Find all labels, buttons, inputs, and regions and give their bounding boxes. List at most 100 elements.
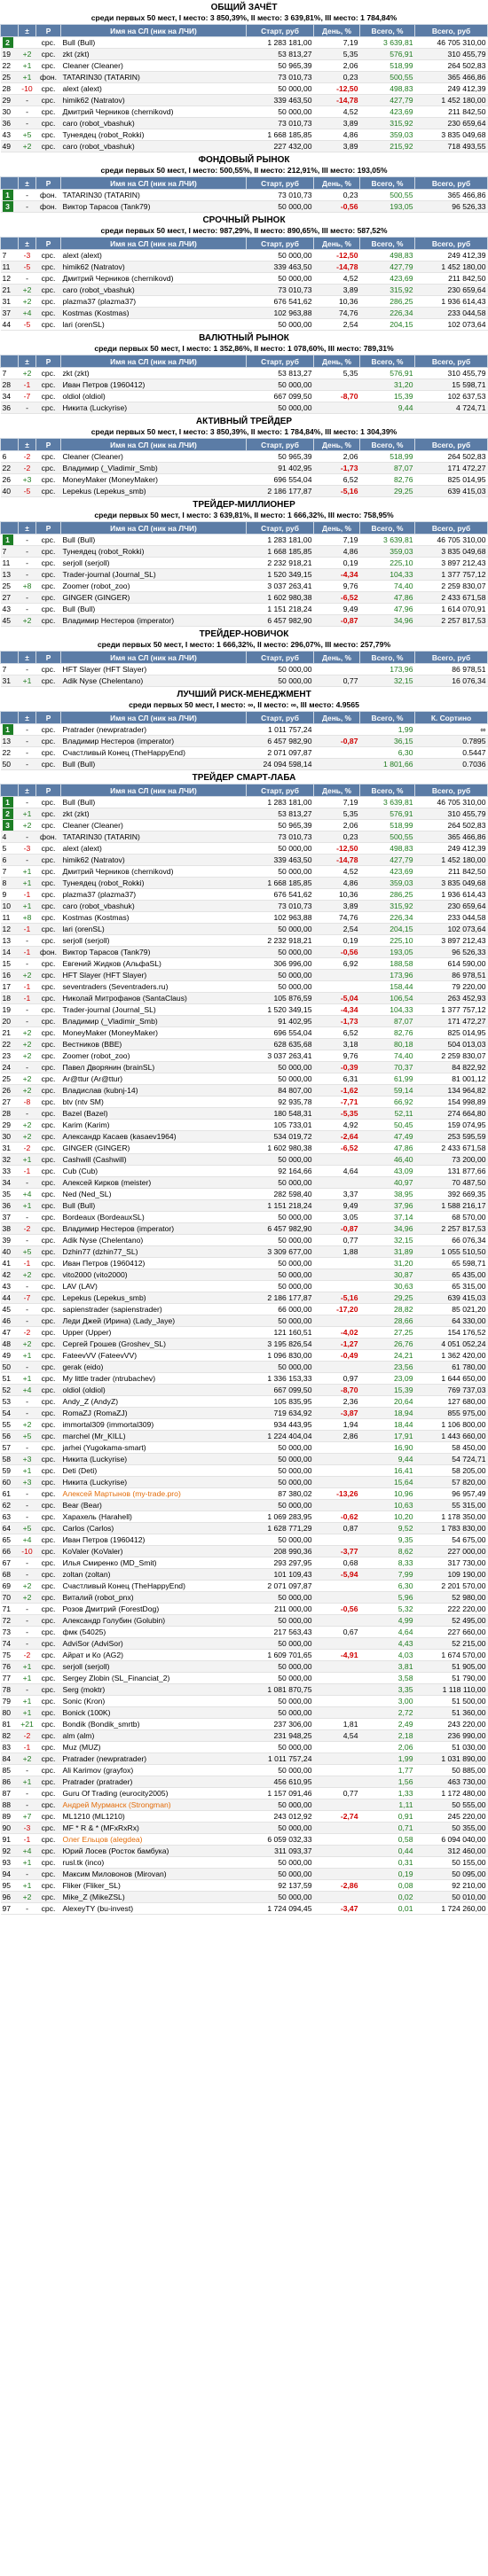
column-header[interactable] bbox=[0, 521, 19, 535]
table-row[interactable]: 1- срс. Bull (Bull) 1 283 181,00 7,19 3 639,8… bbox=[0, 796, 488, 808]
trader-name-cell[interactable]: Виктор Тарасов (Tank79) bbox=[60, 200, 247, 213]
table-row[interactable]: 25 +2 срс. Ar@ttur (Ar@ttur) 50 000,00 6,31 61… bbox=[0, 1073, 488, 1085]
column-header[interactable]: Р bbox=[35, 438, 61, 451]
table-row[interactable]: 89 +7 срс. ML1210 (ML1210) 243 012,92 -2,74 0,… bbox=[0, 1810, 488, 1823]
column-header[interactable]: Р bbox=[35, 651, 61, 664]
table-row[interactable]: 79 +1 срс. Sonic (Kron) 50 000,00 3,00 51 500,… bbox=[0, 1695, 488, 1707]
trader-name-cell[interactable]: Guru Of Trading (eurocity2005) bbox=[60, 1787, 247, 1799]
column-header[interactable]: День, % bbox=[313, 355, 360, 368]
table-row[interactable]: 97- срс. AlexeyTY (bu-invest) 1 724 094,45-… bbox=[0, 1902, 488, 1915]
table-row[interactable]: 81 +21 срс. Bondik (Bondik_smrtb) 237 306,00… bbox=[0, 1718, 488, 1730]
table-row[interactable]: 66 -10 срс. KoValer (KoValer) 208 990,36 -3,7… bbox=[0, 1545, 488, 1557]
table-row[interactable]: 87- срс. Guru Of Trading (eurocity2005) 1 1… bbox=[0, 1787, 488, 1799]
trader-name-cell[interactable]: Дмитрий Черников (chernikovd) bbox=[60, 865, 247, 878]
trader-name-cell[interactable]: Владимир (_Vladimir_Smb) bbox=[60, 1015, 247, 1027]
column-header[interactable]: К. Сортино bbox=[414, 711, 488, 724]
trader-name-cell[interactable]: Bull (Bull) bbox=[60, 1199, 247, 1212]
table-row[interactable]: 69 +2 срс. Счастливый Конец (TheHappyEnd) 2 … bbox=[0, 1580, 488, 1592]
column-header[interactable]: Р bbox=[35, 784, 61, 797]
trader-name-cell[interactable]: serjoll (serjoll) bbox=[60, 1660, 247, 1673]
table-row[interactable]: 35 +4 срс. Ned (Ned_SL) 282 598,40 3,37 38,95 3… bbox=[0, 1188, 488, 1200]
column-header[interactable]: Старт, руб bbox=[246, 521, 314, 535]
trader-name-cell[interactable]: My little trader (ntrubachev) bbox=[60, 1372, 247, 1385]
trader-name-cell[interactable]: serjoll (serjoll) bbox=[60, 557, 247, 569]
table-row[interactable]: 73- срс. фмк (54025) 217 563,43 0,67 4,64 227 … bbox=[0, 1626, 488, 1638]
trader-name-cell[interactable]: Евгений Жидков (АльфаSL) bbox=[60, 957, 247, 970]
trader-name-cell[interactable]: zkt (zkt) bbox=[60, 367, 247, 379]
trader-name-cell[interactable]: LAV (LAV) bbox=[60, 1280, 247, 1292]
table-row[interactable]: 76 +1 срс. serjoll (serjoll) 50 000,00 3,81 51… bbox=[0, 1660, 488, 1673]
table-row[interactable]: 22 +1 срс. Cleaner (Cleaner) 50 965,39 2,06 51… bbox=[0, 59, 488, 72]
column-header[interactable]: Всего, руб bbox=[414, 355, 488, 368]
table-row[interactable]: 31 +2 срс. plazma37 (plazma37) 676 541,62 10,… bbox=[0, 295, 488, 308]
trader-name-cell[interactable]: Никита (Luckyrise) bbox=[60, 1453, 247, 1465]
table-row[interactable]: 57- срс. jarhei (Yugokama-smart) 50 000,00 1… bbox=[0, 1441, 488, 1454]
table-row[interactable]: 86 +1 срс. Pratrader (pratrader) 456 610,95 1… bbox=[0, 1776, 488, 1788]
column-header[interactable]: Старт, руб bbox=[246, 784, 314, 797]
trader-name-cell[interactable]: Никита (Luckyrise) bbox=[60, 402, 247, 414]
column-header[interactable]: ± bbox=[18, 521, 36, 535]
column-header[interactable]: ± bbox=[18, 711, 36, 724]
table-row[interactable]: 31 -2 срс. GINGER (GINGER) 1 602 980,38 -6,52… bbox=[0, 1142, 488, 1154]
trader-name-cell[interactable]: himik62 (Natratov) bbox=[60, 261, 247, 273]
column-header[interactable]: Всего, % bbox=[359, 651, 415, 664]
table-row[interactable]: 90 -3 срс. MF * R & * (MFxRxRx) 50 000,00 0,7… bbox=[0, 1822, 488, 1834]
column-header[interactable] bbox=[0, 355, 19, 368]
trader-name-cell[interactable]: HFT Slayer (HFT Slayer) bbox=[60, 969, 247, 981]
table-row[interactable]: 80 +1 срс. Bonick (100K) 50 000,00 2,72 51 360… bbox=[0, 1706, 488, 1719]
trader-name-cell[interactable]: Владимир (_Vladimir_Smb) bbox=[60, 462, 247, 474]
trader-name-cell[interactable]: caro (robot_vbashuk) bbox=[60, 117, 247, 129]
column-header[interactable]: ± bbox=[18, 176, 36, 190]
trader-name-cell[interactable]: jarhei (Yugokama-smart) bbox=[60, 1441, 247, 1454]
trader-name-cell[interactable]: himik62 (Natratov) bbox=[60, 94, 247, 106]
table-row[interactable]: 93 +1 срс. rusl.tk (inco) 50 000,00 0,31 50 15… bbox=[0, 1856, 488, 1869]
table-row[interactable]: 37- срс. Bordeaux (BordeauxSL) 50 000,00 3,0… bbox=[0, 1211, 488, 1223]
column-header[interactable]: Всего, руб bbox=[414, 438, 488, 451]
table-row[interactable]: 54- срс. RomaZJ (RomaZJ) 719 634,92 -3,87 18,… bbox=[0, 1407, 488, 1419]
table-row[interactable]: 44 -5 срс. lari (orenSL) 50 000,00 2,54 204,15… bbox=[0, 318, 488, 331]
table-row[interactable]: 61- срс. Алексей Мартынов (my-trade.pro) 87… bbox=[0, 1487, 488, 1500]
trader-name-cell[interactable]: Upper (Upper) bbox=[60, 1326, 247, 1339]
table-row[interactable]: 41 -1 срс. Иван Петров (1960412) 50 000,00 31… bbox=[0, 1257, 488, 1269]
table-row[interactable]: 8 +1 срс. Тунеядец (robot_Rokki) 1 668 185,8… bbox=[0, 877, 488, 889]
table-row[interactable]: 31 +1 срс. Adik Nyse (Chelentano) 50 000,00 0… bbox=[0, 675, 488, 687]
table-row[interactable]: 25 +1 фон. TATARIN30 (TATARIN) 73 010,73 0,23… bbox=[0, 71, 488, 83]
column-header[interactable]: Р bbox=[35, 237, 61, 250]
table-row[interactable]: 83 -1 срс. Muz (MUZ) 50 000,00 2,06 51 030,00 bbox=[0, 1741, 488, 1753]
trader-name-cell[interactable]: MoneyMaker (MoneyMaker) bbox=[60, 1026, 247, 1039]
trader-name-cell[interactable]: Bull (Bull) bbox=[60, 534, 247, 546]
trader-name-cell[interactable]: Serg (moktr) bbox=[60, 1683, 247, 1696]
trader-name-cell[interactable]: Zoomer (robot_zoo) bbox=[60, 580, 247, 592]
trader-name-cell[interactable]: Тунеядец (robot_Rokki) bbox=[60, 129, 247, 141]
trader-name-cell[interactable]: Trader-journal (Journal_SL) bbox=[60, 568, 247, 581]
column-header[interactable] bbox=[0, 176, 19, 190]
column-header[interactable]: Всего, % bbox=[359, 176, 415, 190]
table-row[interactable]: 43- срс. LAV (LAV) 50 000,00 30,63 65 315,00 bbox=[0, 1280, 488, 1292]
column-header[interactable] bbox=[0, 784, 19, 797]
trader-name-cell[interactable]: Pratrader (newpratrader) bbox=[60, 723, 247, 736]
trader-name-cell[interactable]: HFT Slayer (HFT Slayer) bbox=[60, 663, 247, 675]
table-row[interactable]: 5 -3 срс. alext (alext) 50 000,00 -12,50 498,8… bbox=[0, 842, 488, 855]
trader-name-cell[interactable]: gerak (eido) bbox=[60, 1361, 247, 1373]
trader-name-cell[interactable]: Дмитрий Черников (chernikovd) bbox=[60, 272, 247, 285]
table-row[interactable]: 43- срс. Bull (Bull) 1 151 218,24 9,49 47,96 1… bbox=[0, 603, 488, 615]
table-row[interactable]: 47 -2 срс. Upper (Upper) 121 160,51 -4,02 27,2… bbox=[0, 1326, 488, 1339]
trader-name-cell[interactable]: Cleaner (Cleaner) bbox=[60, 450, 247, 463]
trader-name-cell[interactable]: Андрей Мурманск (Strongman) bbox=[60, 1799, 247, 1811]
column-header[interactable] bbox=[0, 438, 19, 451]
table-row[interactable]: 45 +2 срс. Владимир Нестеров (imperator) 6 4… bbox=[0, 614, 488, 627]
trader-name-cell[interactable]: Karim (Karim) bbox=[60, 1119, 247, 1131]
trader-name-cell[interactable]: Олег Ельцов (alegdea) bbox=[60, 1833, 247, 1846]
table-row[interactable]: 22 -2 срс. Владимир (_Vladimir_Smb) 91 402,9… bbox=[0, 462, 488, 474]
trader-name-cell[interactable]: Павел Дворянин (brainSL) bbox=[60, 1061, 247, 1073]
trader-name-cell[interactable]: Счастливый Конец (TheHappyEnd) bbox=[60, 1580, 247, 1592]
table-row[interactable]: 12 -1 срс. lari (orenSL) 50 000,00 2,54 204,15… bbox=[0, 923, 488, 935]
table-row[interactable]: 11 +8 срс. Kostmas (Kostmas) 102 963,88 74,76… bbox=[0, 911, 488, 924]
table-row[interactable]: 30- срс. Дмитрий Черников (chernikovd) 50 0… bbox=[0, 105, 488, 118]
table-row[interactable]: 36- срс. Никита (Luckyrise) 50 000,00 9,44 4 … bbox=[0, 402, 488, 414]
table-row[interactable]: 1- срс. Pratrader (newpratrader) 1 011 757,… bbox=[0, 723, 488, 736]
column-header[interactable]: Всего, % bbox=[359, 521, 415, 535]
table-row[interactable]: 26 +2 срс. Владислав (kubnj-14) 84 807,00 -1,… bbox=[0, 1084, 488, 1097]
column-header[interactable] bbox=[0, 24, 19, 37]
table-row[interactable]: 12- срс. Дмитрий Черников (chernikovd) 50 0… bbox=[0, 272, 488, 285]
